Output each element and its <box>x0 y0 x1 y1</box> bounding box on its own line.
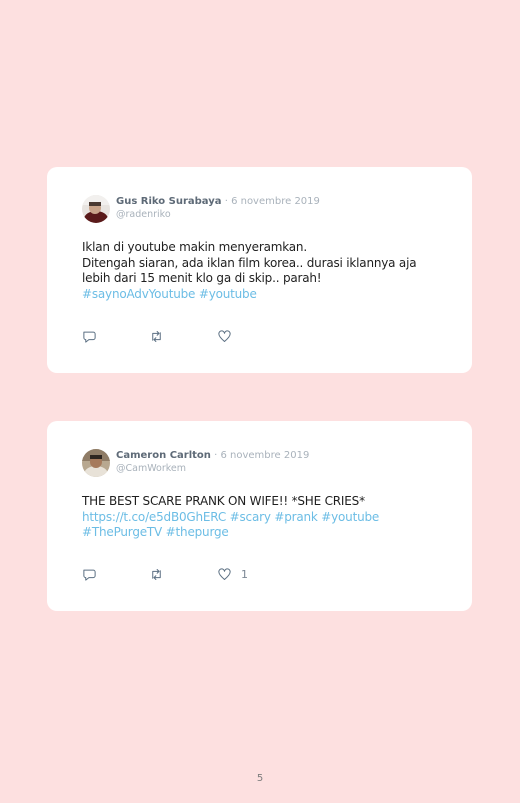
tweet-date[interactable]: 6 novembre 2019 <box>231 196 320 207</box>
author-handle[interactable]: @CamWorkem <box>116 463 186 474</box>
retweet-icon <box>152 331 161 342</box>
author-handle[interactable]: @radenriko <box>116 209 171 220</box>
retweet-button[interactable] <box>149 567 164 582</box>
hashtags[interactable]: #ThePurgeTV #thepurge <box>82 525 442 541</box>
tweet-line: lebih dari 15 menit klo ga di skip.. par… <box>82 271 322 285</box>
tweet-date[interactable]: 6 novembre 2019 <box>220 450 309 461</box>
author-name[interactable]: Cameron Carlton <box>116 450 211 461</box>
tweet-text: Iklan di youtube makin menyeramkan. Dite… <box>82 240 442 302</box>
separator: · <box>224 196 228 207</box>
author-line: Gus Riko Surabaya · 6 novembre 2019 <box>116 196 320 207</box>
heart-icon <box>218 568 231 580</box>
tweet-card: Cameron Carlton · 6 novembre 2019 @CamWo… <box>47 421 472 611</box>
avatar[interactable] <box>82 449 110 477</box>
tweet-card: Gus Riko Surabaya · 6 novembre 2019 @rad… <box>47 167 472 373</box>
link-and-hashtags[interactable]: https://t.co/e5dB0GhERC #scary #prank #y… <box>82 510 442 526</box>
page-number: 5 <box>256 773 264 784</box>
hashtags[interactable]: #saynoAdvYoutube #youtube <box>82 287 442 303</box>
like-button[interactable]: 1 <box>217 567 248 582</box>
like-count: 1 <box>241 568 248 581</box>
heart-icon <box>218 330 231 342</box>
tweet-line: THE BEST SCARE PRANK ON WIFE!! *SHE CRIE… <box>82 494 365 508</box>
separator: · <box>214 450 218 461</box>
avatar[interactable] <box>82 195 110 223</box>
retweet-button[interactable] <box>149 329 164 344</box>
reply-button[interactable] <box>82 329 97 344</box>
author-name[interactable]: Gus Riko Surabaya <box>116 196 222 207</box>
reply-button[interactable] <box>82 567 97 582</box>
tweet-line: Iklan di youtube makin menyeramkan. <box>82 240 307 254</box>
author-line: Cameron Carlton · 6 novembre 2019 <box>116 450 309 461</box>
retweet-icon <box>152 569 161 580</box>
tweet-line: Ditengah siaran, ada iklan film korea.. … <box>82 255 417 270</box>
tweet-text: THE BEST SCARE PRANK ON WIFE!! *SHE CRIE… <box>82 494 442 541</box>
like-button[interactable] <box>217 329 241 344</box>
reply-icon <box>83 331 96 343</box>
reply-icon <box>83 569 96 581</box>
